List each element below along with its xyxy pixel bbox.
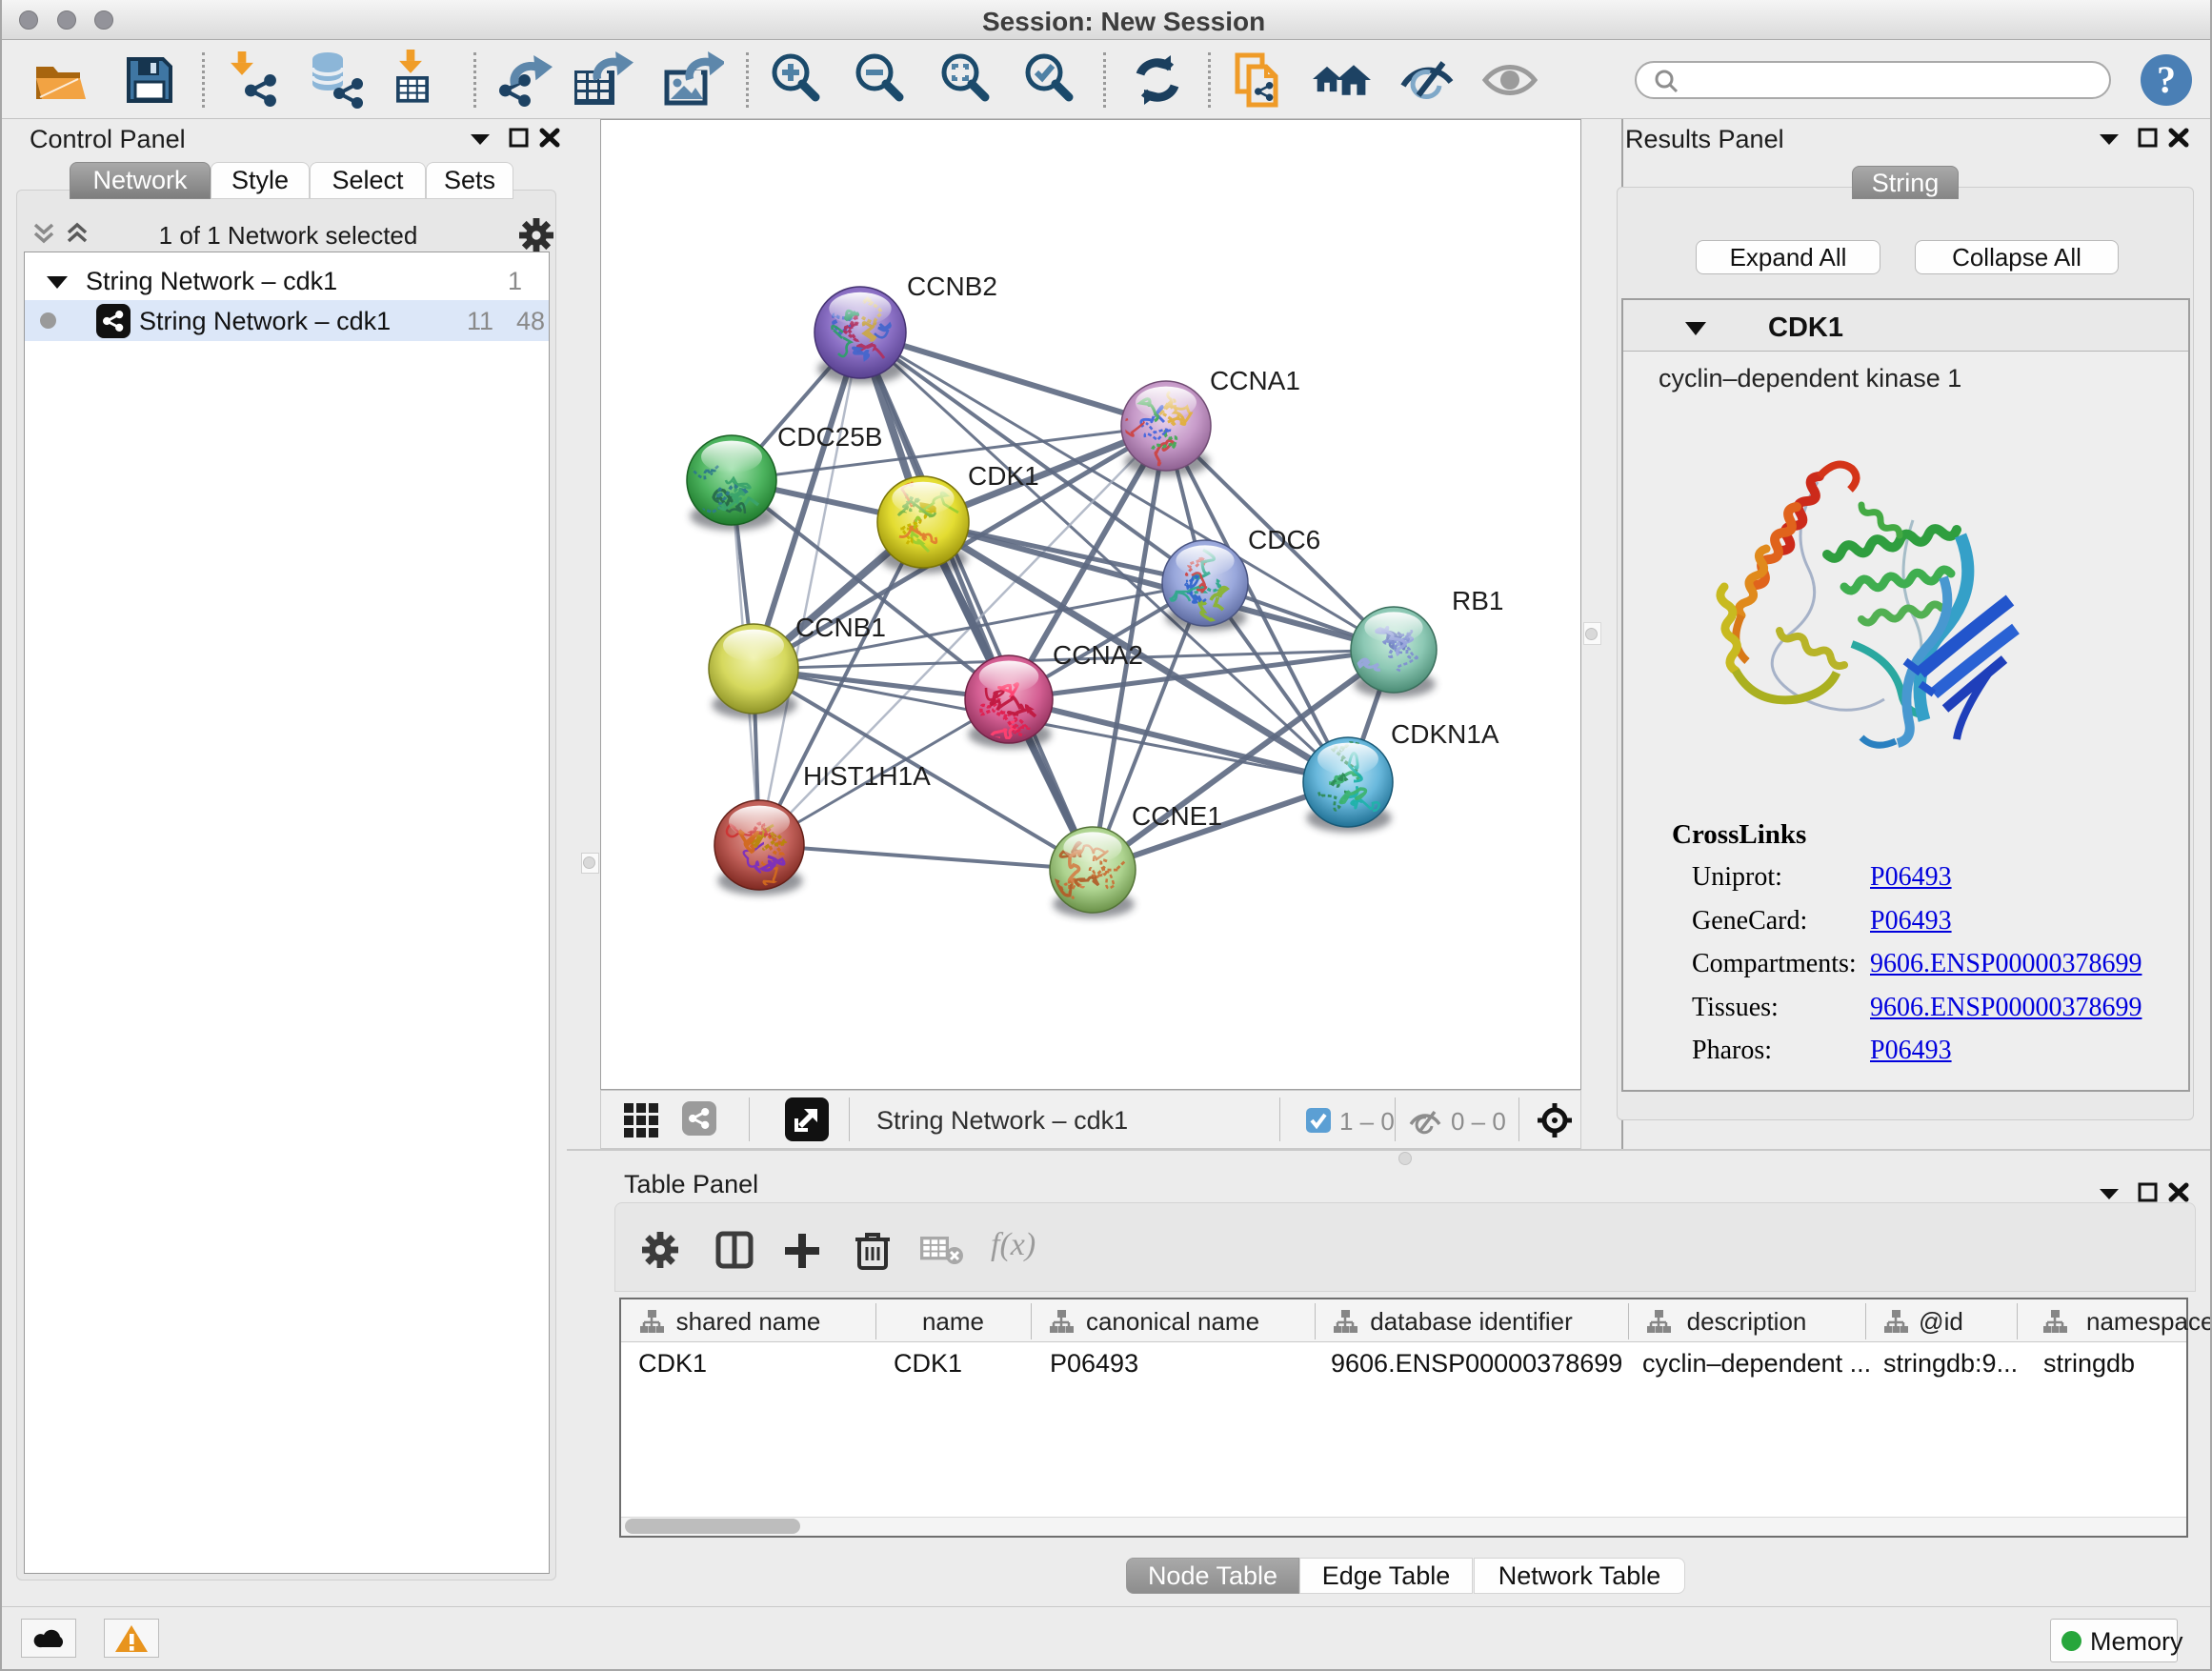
svg-text:CDC6: CDC6 <box>1248 525 1320 554</box>
svg-text:HIST1H1A: HIST1H1A <box>803 761 931 791</box>
svg-text:RB1: RB1 <box>1452 586 1503 615</box>
svg-text:CCNA2: CCNA2 <box>1053 640 1143 670</box>
svg-text:?: ? <box>2157 58 2176 101</box>
svg-text:CDKN1A: CDKN1A <box>1391 719 1499 749</box>
svg-text:CCNE1: CCNE1 <box>1132 801 1222 831</box>
svg-text:CDK1: CDK1 <box>968 461 1039 491</box>
svg-text:CCNB1: CCNB1 <box>795 613 886 642</box>
svg-text:CCNA1: CCNA1 <box>1210 366 1300 395</box>
svg-text:CCNB2: CCNB2 <box>907 272 997 301</box>
svg-text:CDC25B: CDC25B <box>777 422 882 452</box>
